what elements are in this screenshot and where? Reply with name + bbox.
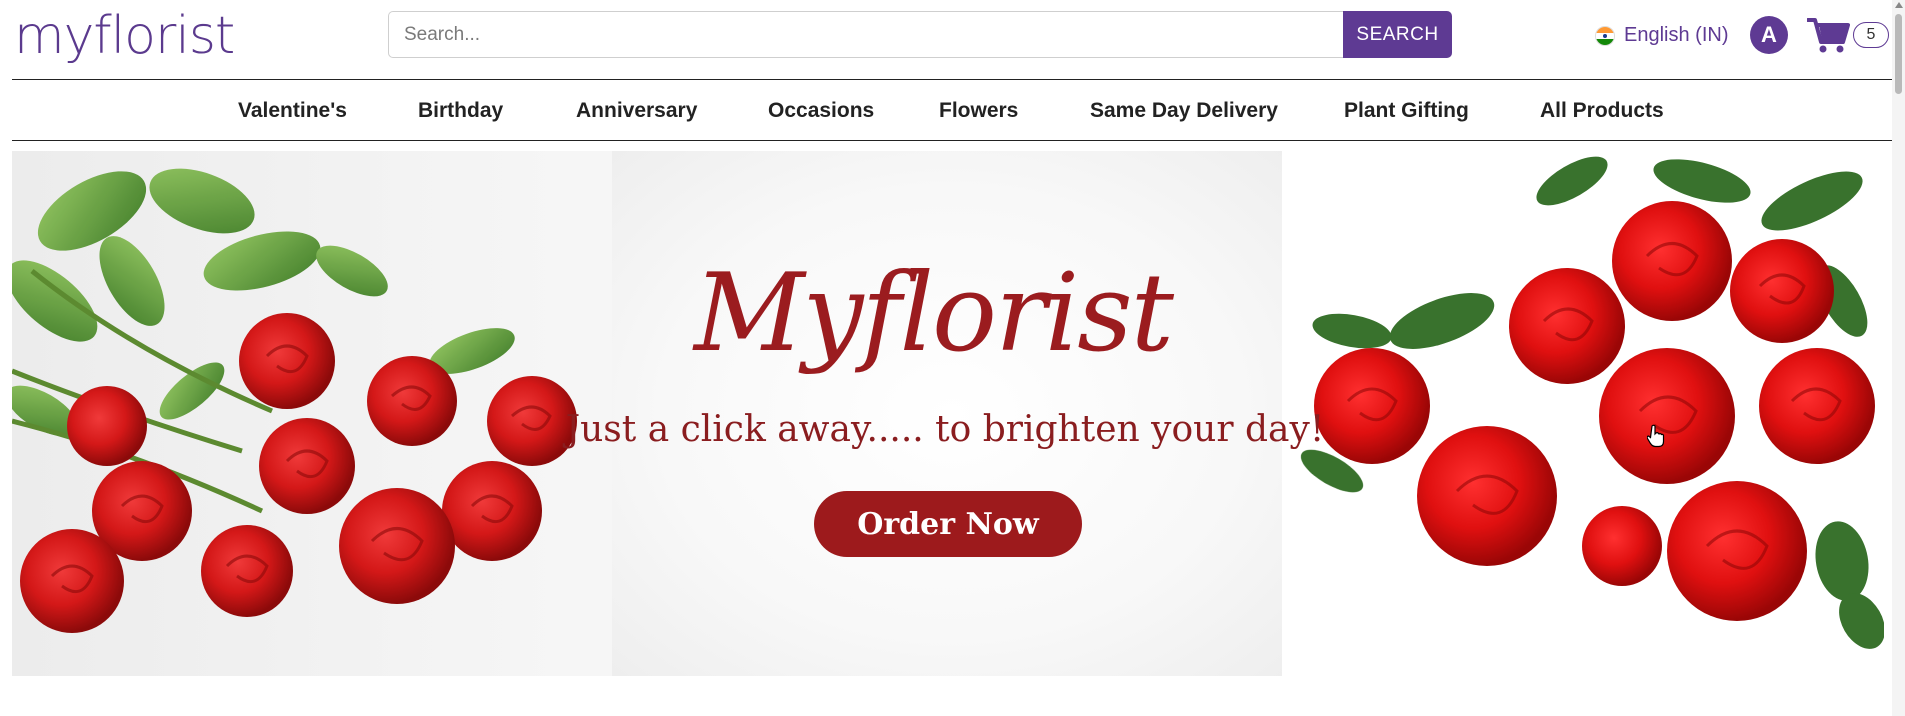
scroll-up-arrow-icon[interactable] [1895, 2, 1903, 8]
hero-banner[interactable]: Myflorist Just a click away..... to brig… [12, 151, 1884, 676]
page-scrollbar[interactable] [1892, 0, 1905, 716]
banner-tagline: Just a click away..... to brighten your … [565, 409, 1325, 450]
cart-count-badge: 5 [1853, 22, 1889, 48]
nav-item-plant-gifting[interactable]: Plant Gifting [1344, 99, 1469, 123]
nav-divider [12, 140, 1894, 141]
search-bar: SEARCH [388, 11, 1452, 58]
order-now-button[interactable]: Order Now [814, 491, 1082, 557]
india-flag-icon [1595, 25, 1615, 46]
user-avatar[interactable]: A [1750, 16, 1788, 54]
site-logo[interactable]: myflorist [14, 6, 235, 66]
nav-item-occasions[interactable]: Occasions [768, 99, 874, 123]
search-button[interactable]: SEARCH [1343, 11, 1452, 58]
search-input[interactable] [388, 11, 1343, 58]
hand-cursor-icon [1647, 424, 1665, 448]
main-nav: Valentine's Birthday Anniversary Occasio… [12, 80, 1894, 140]
nav-item-same-day-delivery[interactable]: Same Day Delivery [1090, 99, 1278, 123]
banner-title: Myflorist [693, 251, 1174, 376]
page: myflorist SEARCH English (IN) A 5 Valent… [0, 0, 1905, 716]
language-label: English (IN) [1624, 24, 1729, 46]
scrollbar-thumb[interactable] [1895, 14, 1902, 94]
nav-item-anniversary[interactable]: Anniversary [576, 99, 697, 123]
shopping-cart-icon [1807, 18, 1850, 53]
nav-item-flowers[interactable]: Flowers [939, 99, 1018, 123]
language-selector[interactable]: English (IN) [1595, 24, 1728, 47]
site-header: myflorist SEARCH English (IN) A 5 [0, 0, 1905, 80]
nav-item-all-products[interactable]: All Products [1540, 99, 1664, 123]
nav-item-birthday[interactable]: Birthday [418, 99, 503, 123]
nav-item-valentines[interactable]: Valentine's [238, 99, 347, 123]
cart-button[interactable]: 5 [1807, 16, 1902, 56]
